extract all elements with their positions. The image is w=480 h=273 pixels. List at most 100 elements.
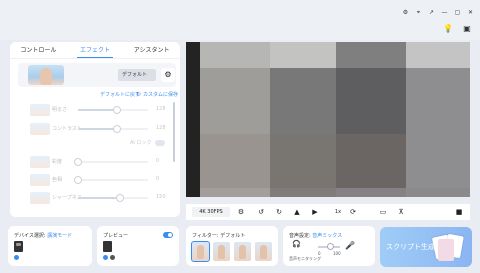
zoom-level[interactable]: 1x [332, 207, 344, 217]
video-tile [270, 68, 336, 134]
share-icon[interactable]: ↗ [428, 9, 435, 16]
slider-thumbnail [30, 156, 50, 168]
video-tile [200, 42, 270, 68]
slider-row: 明るさ 128 [18, 103, 168, 117]
slider-knob[interactable] [74, 176, 82, 184]
flip-horizontal-icon[interactable]: ▶ [310, 207, 320, 217]
slider-track[interactable] [78, 125, 148, 133]
refresh-icon[interactable]: ⟳ [348, 207, 358, 217]
slider-thumbnail [30, 174, 50, 186]
slider-thumbnail [30, 192, 50, 204]
adjust-sliders: 明るさ 128 コントラスト 128 AI ロック 彩度 0 色相 0 シャープ… [10, 101, 180, 217]
webcam-lens-icon [16, 243, 21, 246]
slider-label: 彩度 [52, 159, 63, 165]
filter-panel: フィルター: デフォルト [186, 226, 278, 266]
generate-script-label: スクリプト生成 [386, 243, 435, 251]
slider-value: 128 [156, 106, 166, 112]
preview-toggle[interactable] [163, 232, 173, 238]
slider-thumbnail [30, 123, 50, 135]
video-tile [406, 188, 470, 197]
camera-icon[interactable] [103, 241, 112, 252]
video-tile [186, 188, 200, 197]
video-tile [186, 68, 200, 134]
filter-value: デフォルト [220, 233, 246, 239]
panel-scrollbar[interactable] [173, 102, 175, 162]
slider-track[interactable] [78, 106, 148, 114]
video-tile [270, 188, 336, 197]
video-frame [186, 42, 470, 197]
slider-knob[interactable] [74, 158, 82, 166]
maximize-button[interactable]: ▢ [454, 9, 461, 16]
slider-row: コントラスト 128 [18, 122, 168, 136]
filter-thumbnail[interactable] [234, 242, 251, 261]
refresh-icon: ↻ [136, 91, 142, 98]
minimize-button[interactable]: — [441, 9, 448, 16]
filter-label: フィルター: デフォルト [192, 233, 246, 239]
slider-value: 0 [156, 158, 160, 164]
preview-panel: プレビュー [97, 226, 179, 266]
filter-thumbnail[interactable] [255, 242, 272, 261]
gear-icon[interactable]: ⚙ [161, 68, 175, 82]
video-tile [336, 188, 406, 197]
ai-lock-toggle[interactable]: AI ロック [130, 139, 165, 146]
tab-control[interactable]: コントロール [10, 42, 67, 58]
crop-icon[interactable]: ⊼ [396, 207, 406, 217]
mic-min-label: 0 [318, 251, 321, 256]
lightbulb-icon[interactable]: 💡 [443, 24, 453, 34]
toggle-switch[interactable] [154, 139, 165, 146]
rotate-left-icon[interactable]: ↺ [256, 207, 266, 217]
slider-label: 明るさ [52, 107, 68, 113]
headset-icon[interactable]: 🎧 [292, 240, 301, 248]
record-icon[interactable]: ■ [454, 207, 464, 217]
audio-label: 音声設定: 音声ミックス [289, 233, 343, 239]
close-button[interactable]: ✕ [467, 9, 474, 16]
mic-max-label: 100 [333, 251, 341, 256]
filter-thumbnail[interactable] [191, 241, 210, 262]
preset-dropdown[interactable]: デフォルト [118, 69, 156, 81]
settings-icon[interactable]: ⚙ [402, 9, 409, 16]
slider-knob[interactable] [116, 194, 124, 202]
slider-knob[interactable] [112, 106, 121, 114]
slider-value: 150 [156, 194, 166, 200]
slider-row: 彩度 0 [18, 155, 168, 169]
pin-icon[interactable]: ⌖ [415, 9, 422, 16]
video-tile [406, 42, 470, 68]
rotate-right-icon[interactable]: ↻ [274, 207, 284, 217]
audio-panel: 音声設定: 音声ミックス 🎧 🎤 音声モニタリング 0 100 [283, 226, 375, 266]
monitor-label: 音声モニタリング [289, 256, 321, 261]
slider-track[interactable] [74, 176, 148, 184]
screen-mode-icon[interactable]: ▭ [378, 207, 388, 217]
slider-row: シャープネス 150 [18, 191, 168, 205]
video-tile [406, 134, 470, 188]
save-custom-link[interactable]: カスタムに保存 [143, 91, 178, 98]
screen-icon[interactable]: ▣ [462, 24, 472, 34]
info-icon [14, 255, 19, 260]
slider-track[interactable] [74, 158, 148, 166]
video-tile [336, 68, 406, 134]
slider-thumbnail [30, 104, 50, 116]
script-card-icon [438, 239, 454, 261]
microphone-icon[interactable]: 🎤 [345, 241, 355, 250]
video-tile [186, 134, 200, 188]
filter-thumbnail[interactable] [213, 242, 230, 261]
location-icon [110, 255, 115, 260]
mic-volume-knob[interactable] [327, 243, 335, 250]
slider-row: 色相 0 [18, 173, 168, 187]
reset-default-link[interactable]: デフォルトに戻す [100, 91, 140, 98]
slider-label: 色相 [52, 177, 63, 183]
resolution-selector[interactable]: 4K 30FPS [192, 207, 230, 217]
device-label: デバイス選択: 講演モード [14, 233, 73, 239]
tab-effects[interactable]: エフェクト [67, 42, 124, 58]
video-tile [270, 42, 336, 68]
video-tile [200, 134, 270, 188]
generate-script-button[interactable]: スクリプト生成 [380, 227, 472, 267]
device-mode[interactable]: 講演モード [47, 233, 72, 239]
flip-vertical-icon[interactable]: ▲ [292, 207, 302, 217]
slider-knob[interactable] [112, 125, 121, 133]
preset-actions: デフォルトに戻す ↻ カスタムに保存 [10, 91, 180, 101]
camera-settings-icon[interactable]: ⚙ [236, 207, 246, 217]
audio-mode[interactable]: 音声ミックス [312, 233, 342, 239]
slider-track[interactable] [78, 194, 148, 202]
tab-assistant[interactable]: アシスタント [123, 42, 180, 58]
video-tile [406, 68, 470, 134]
